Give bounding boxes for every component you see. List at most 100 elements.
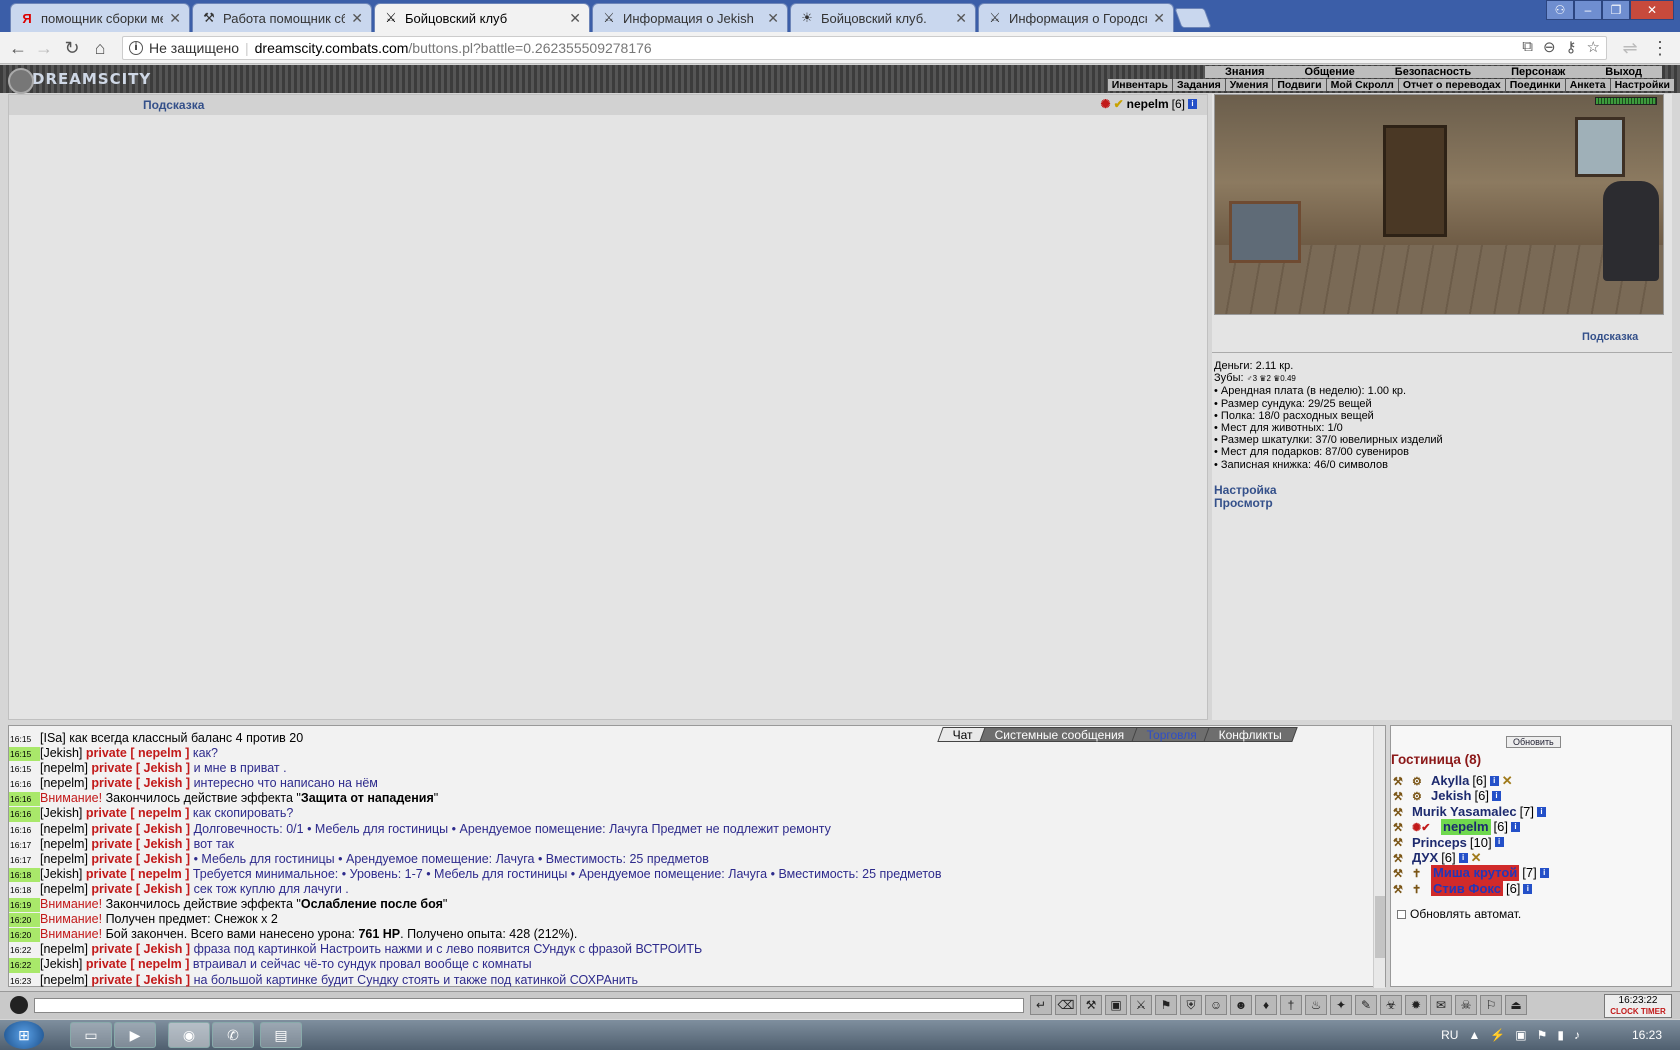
potion-icon[interactable]: ♨ xyxy=(1305,995,1327,1015)
chat-input[interactable] xyxy=(34,998,1024,1013)
submenu-transfers[interactable]: Отчет о переводах xyxy=(1399,79,1506,91)
invite-icon[interactable]: ⚒ xyxy=(1393,775,1409,788)
auto-refresh-checkbox[interactable] xyxy=(1397,909,1406,919)
chat-nick[interactable]: [Jekish] xyxy=(40,867,82,881)
submenu-achievements[interactable]: Подвиги xyxy=(1273,79,1327,91)
scroll-icon[interactable]: ✎ xyxy=(1355,995,1377,1015)
mask-icon[interactable]: ☻ xyxy=(1230,995,1252,1015)
menu-security[interactable]: Безопасность xyxy=(1375,66,1491,78)
send-icon[interactable]: ↵ xyxy=(1030,995,1052,1015)
browser-tab-2[interactable]: ⚒ Работа помощник сбор ✕ xyxy=(192,3,372,32)
user-name[interactable]: ДУХ xyxy=(1412,850,1438,865)
tray-window-icon[interactable]: ▣ xyxy=(1515,1028,1526,1042)
user-name[interactable]: Стив Фокс xyxy=(1431,880,1503,897)
exit-icon[interactable]: ⏏ xyxy=(1505,995,1527,1015)
timestamp[interactable]: 16:16 xyxy=(9,792,40,807)
forward-icon[interactable]: → xyxy=(32,37,56,59)
start-button[interactable]: ⊞ xyxy=(4,1021,44,1049)
save-icon[interactable]: ▣ xyxy=(1105,995,1127,1015)
close-icon[interactable]: ✕ xyxy=(955,10,967,27)
flag-icon[interactable]: ⚐ xyxy=(1480,995,1502,1015)
menu-exit[interactable]: Выход xyxy=(1585,66,1662,78)
new-tab-button[interactable] xyxy=(1174,8,1212,28)
chat-nick[interactable]: [Jekish] xyxy=(40,806,82,820)
timestamp[interactable]: 16:18 xyxy=(9,883,40,897)
user-name[interactable]: Princeps xyxy=(1412,835,1467,850)
chat-nick[interactable]: [Jekish] xyxy=(40,957,82,971)
timestamp[interactable]: 16:20 xyxy=(9,928,40,943)
private-tag[interactable]: private [ Jekish ] xyxy=(88,761,194,775)
browser-tab-4[interactable]: ⚔ Информация о Jekish ✕ xyxy=(592,3,788,32)
timestamp[interactable]: 16:18 xyxy=(9,867,40,882)
timestamp[interactable]: 16:16 xyxy=(9,807,40,822)
invite-icon[interactable]: ⚒ xyxy=(1393,852,1409,865)
private-tag[interactable]: private [ Jekish ] xyxy=(88,837,194,851)
info-badge-icon[interactable]: i xyxy=(1537,806,1547,817)
private-tag[interactable]: private [ Jekish ] xyxy=(88,942,194,956)
skull-icon[interactable]: ☠ xyxy=(1455,995,1477,1015)
chat-nick[interactable]: [Jekish] xyxy=(40,746,82,760)
magic-icon[interactable]: ✦ xyxy=(1330,995,1352,1015)
info-badge-icon[interactable]: i xyxy=(1494,837,1504,848)
address-bar[interactable]: i Не защищено | dreamscity.combats.com /… xyxy=(122,36,1607,60)
eraser-icon[interactable]: ⌫ xyxy=(1055,995,1077,1015)
user-name[interactable]: Akylla xyxy=(1431,773,1469,788)
timestamp[interactable]: 16:20 xyxy=(9,913,40,928)
browser-tab-1[interactable]: Я помощник сборки мебели ✕ xyxy=(10,3,190,32)
info-icon[interactable]: i xyxy=(129,41,143,55)
user-icon[interactable]: ⚇ xyxy=(1546,0,1574,20)
notepad-icon[interactable]: ▤ xyxy=(260,1022,302,1048)
private-tag[interactable]: private [ Jekish ] xyxy=(88,973,194,987)
chat-nick[interactable]: [nepelm] xyxy=(40,852,88,866)
private-tag[interactable]: private [ Jekish ] xyxy=(88,822,194,836)
tab-system[interactable]: Системные сообщения xyxy=(979,727,1141,742)
shield-icon[interactable]: ⛨ xyxy=(1180,995,1202,1015)
chat-nick[interactable]: [nepelm] xyxy=(40,973,88,987)
invite-icon[interactable]: ⚒ xyxy=(1393,790,1409,803)
submenu-fights[interactable]: Поединки xyxy=(1506,79,1566,91)
maximize-icon[interactable]: ❐ xyxy=(1602,0,1630,20)
extension-icon[interactable]: ⧉ xyxy=(1522,38,1533,56)
close-icon[interactable]: ✕ xyxy=(767,10,779,27)
smile-icon[interactable]: ☺ xyxy=(1205,995,1227,1015)
private-tag[interactable]: private [ Jekish ] xyxy=(88,776,194,790)
info-badge-icon[interactable]: i xyxy=(1188,99,1197,109)
tab-trade[interactable]: Торговля xyxy=(1131,727,1213,742)
minimize-icon[interactable]: – xyxy=(1574,0,1602,20)
invite-icon[interactable]: ⚒ xyxy=(1393,836,1409,849)
timestamp[interactable]: 16:15 xyxy=(9,762,40,776)
browser-tab-3[interactable]: ⚔ Бойцовский клуб ✕ xyxy=(374,3,590,32)
timestamp[interactable]: 16:19 xyxy=(9,898,40,913)
submenu-profile[interactable]: Анкета xyxy=(1566,79,1611,91)
close-icon[interactable]: ✕ xyxy=(351,10,363,27)
info-badge-icon[interactable]: i xyxy=(1491,791,1501,802)
private-tag[interactable]: private [ Jekish ] xyxy=(88,852,194,866)
timestamp[interactable]: 16:17 xyxy=(9,853,40,867)
chat-nick[interactable]: [nepelm] xyxy=(40,882,88,896)
fight-icon[interactable]: ✕ xyxy=(1502,773,1513,788)
private-tag[interactable]: private [ nepelm ] xyxy=(82,957,192,971)
room-hint-link[interactable]: Подсказка xyxy=(1582,331,1638,343)
view-link[interactable]: Просмотр xyxy=(1214,497,1277,510)
submenu-skills[interactable]: Умения xyxy=(1226,79,1274,91)
chat-nick[interactable]: [nepelm] xyxy=(40,837,88,851)
timestamp[interactable]: 16:17 xyxy=(9,838,40,852)
target-icon[interactable]: ✹ xyxy=(1405,995,1427,1015)
private-tag[interactable]: private [ nepelm ] xyxy=(82,746,192,760)
bag-icon[interactable]: ♦ xyxy=(1255,995,1277,1015)
language-indicator[interactable]: RU xyxy=(1441,1028,1458,1042)
chat-scrollbar[interactable] xyxy=(1373,726,1385,988)
timestamp[interactable]: 16:23 xyxy=(9,974,40,988)
tab-conflicts[interactable]: Конфликты xyxy=(1203,727,1298,742)
info-badge-icon[interactable]: i xyxy=(1539,868,1549,879)
tray-power-icon[interactable]: ▮ xyxy=(1557,1028,1564,1042)
menu-character[interactable]: Персонаж xyxy=(1491,66,1585,78)
submenu-inventory[interactable]: Инвентарь xyxy=(1108,79,1173,91)
chat-nick[interactable]: [nepelm] xyxy=(40,761,88,775)
close-icon[interactable]: ✕ xyxy=(169,10,181,27)
invite-icon[interactable]: ⚒ xyxy=(1393,883,1409,896)
hammer-icon[interactable]: ⚒ xyxy=(1080,995,1102,1015)
back-icon[interactable]: ← xyxy=(6,37,30,59)
refresh-button[interactable]: Обновить xyxy=(1506,736,1561,748)
user-name[interactable]: Миша крутой xyxy=(1431,865,1520,881)
